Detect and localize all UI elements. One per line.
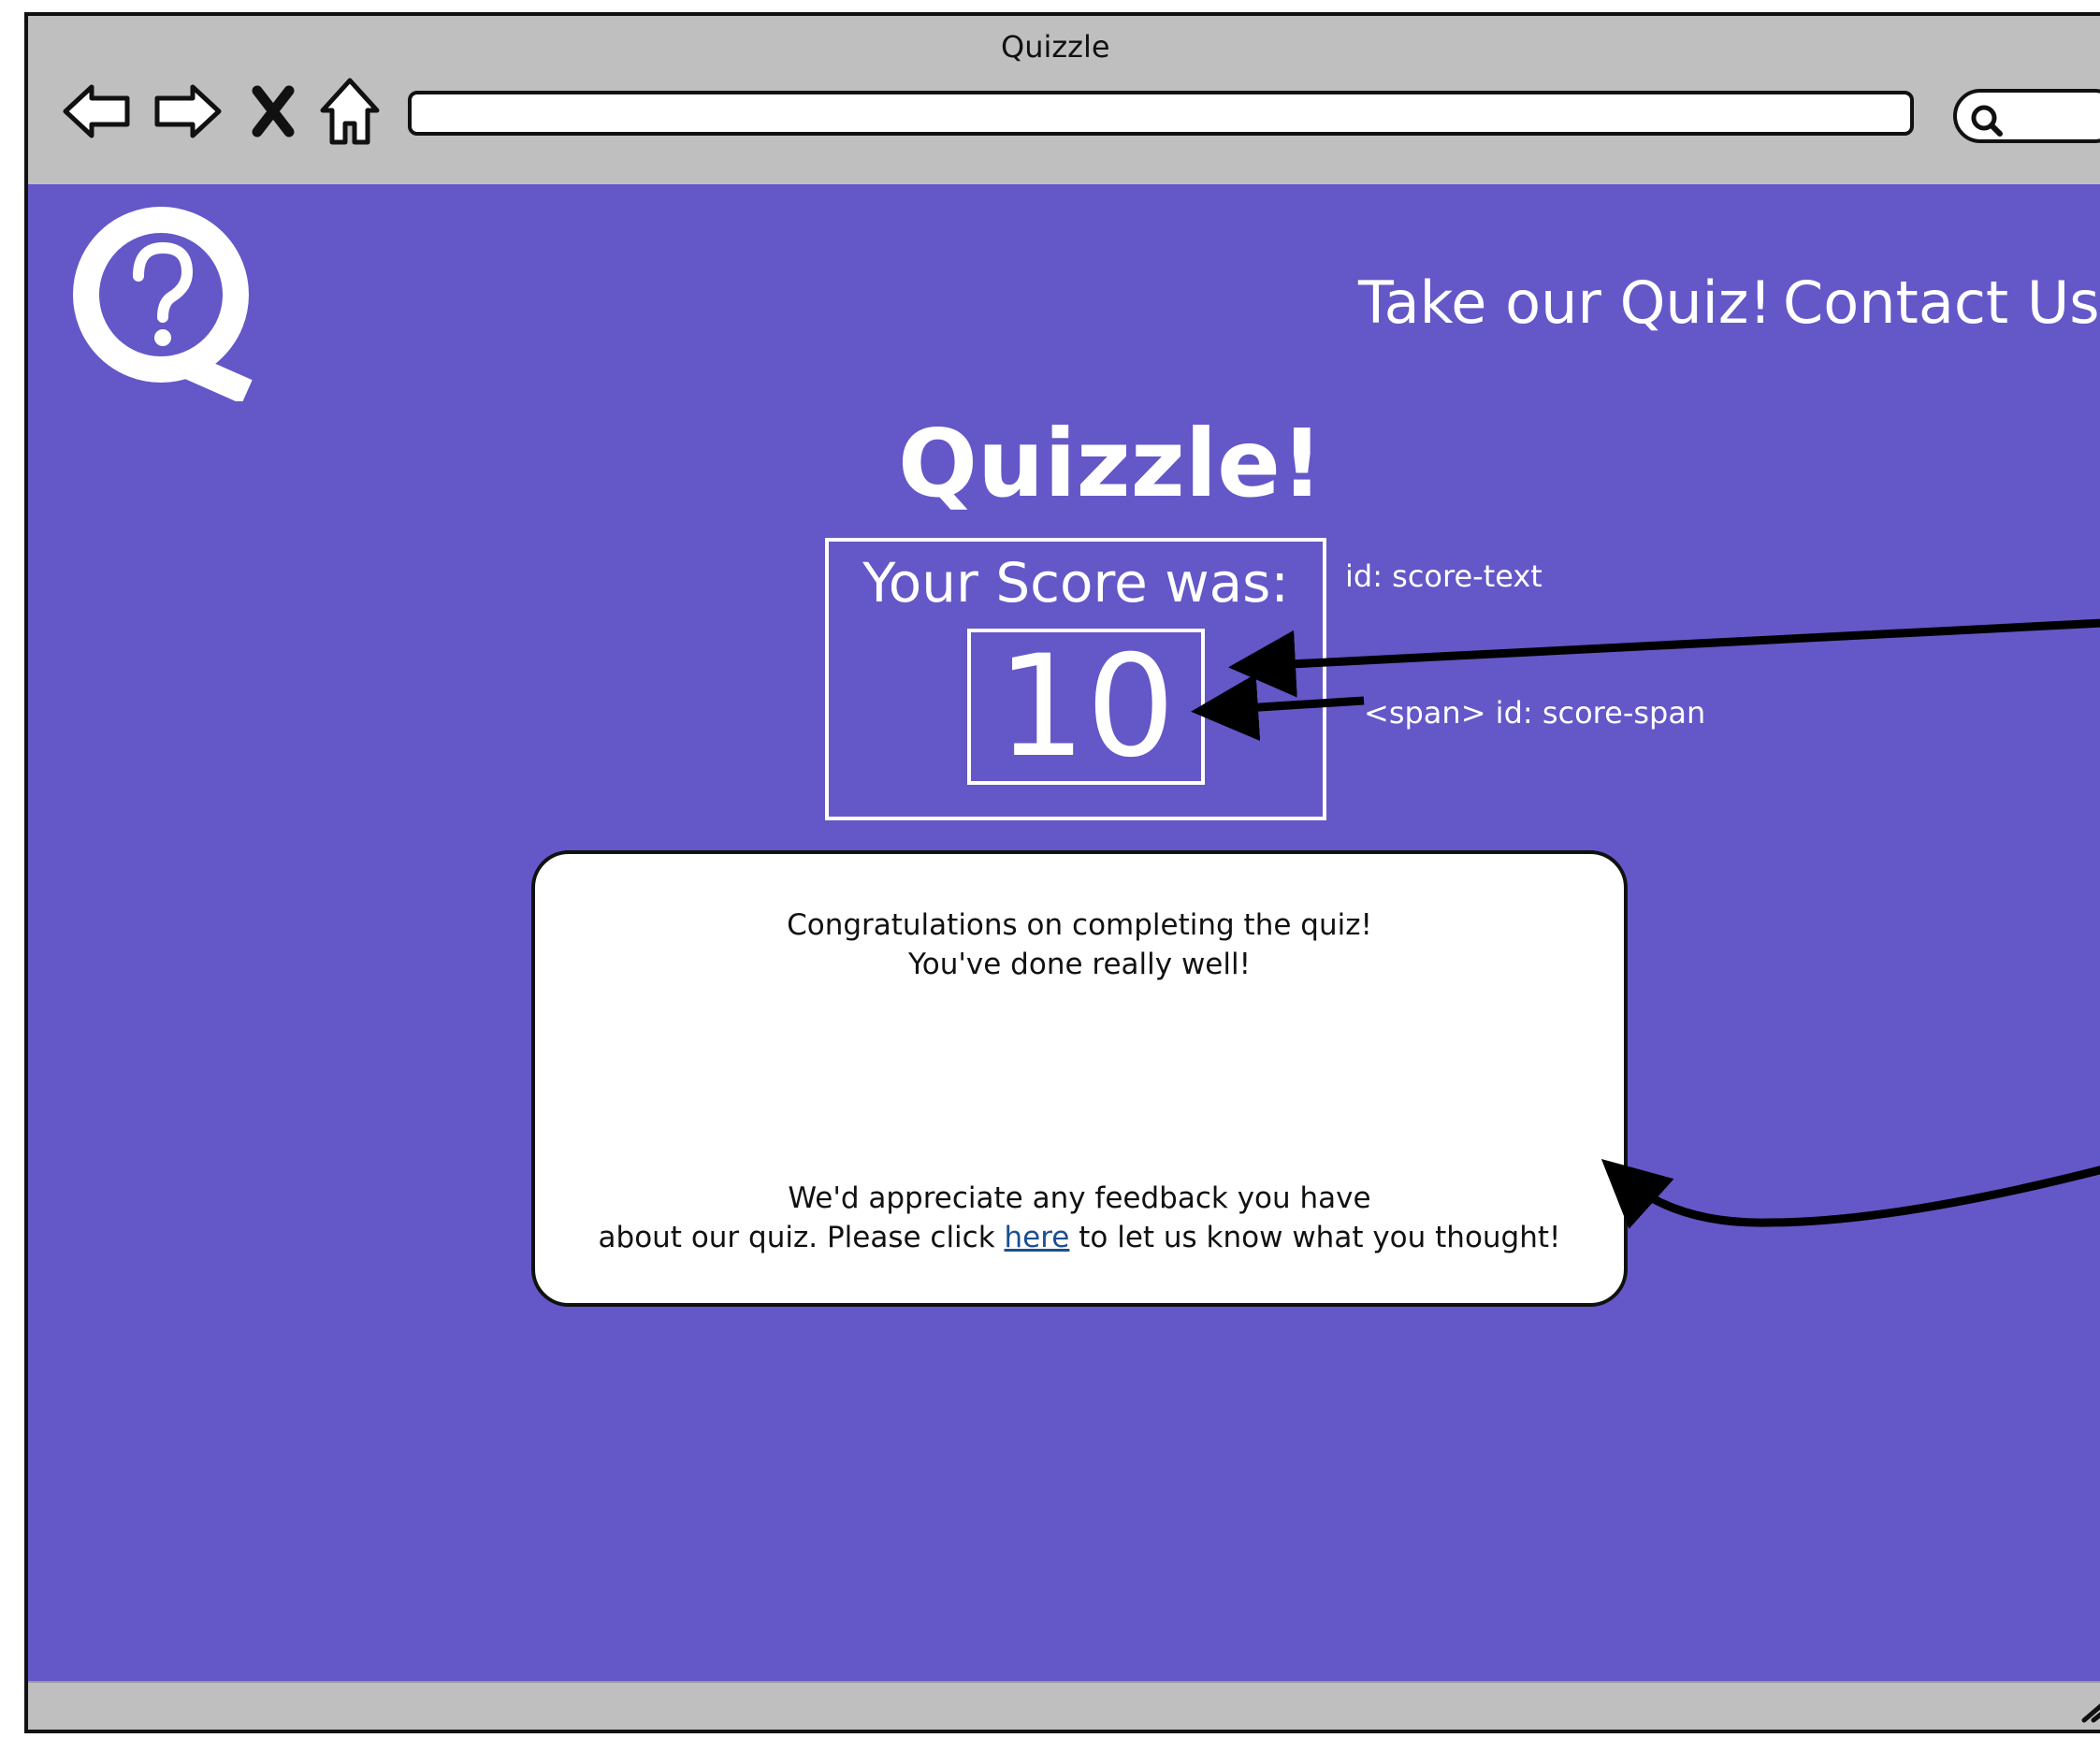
browser-window: Quizzle Take our Quiz! Contact Us Quizzl… [24, 12, 2100, 1733]
message-line-4-suffix: to let us know what you thought! [1069, 1221, 1561, 1254]
page-content: Take our Quiz! Contact Us Quizzle! Your … [28, 184, 2100, 1690]
close-icon[interactable] [236, 74, 311, 149]
annotation-score-span: <span> id: score-span [1364, 695, 1706, 731]
window-title: Quizzle [1001, 29, 1110, 65]
message-box: Congratulations on completing the quiz! … [531, 850, 1628, 1307]
search-icon [1971, 105, 2003, 137]
forward-arrow-icon[interactable] [150, 74, 224, 149]
feedback-link[interactable]: here [1005, 1221, 1070, 1254]
nav-take-quiz[interactable]: Take our Quiz! [1358, 268, 1772, 337]
message-line-4-prefix: about our quiz. Please click [598, 1221, 1005, 1254]
score-span: 10 [967, 629, 1205, 785]
title-bar: Quizzle [28, 16, 2100, 184]
back-arrow-icon[interactable] [60, 74, 135, 149]
home-icon[interactable] [312, 74, 387, 149]
annotation-score-text: id: score-text [1345, 558, 1542, 594]
arrow-to-message-box-line [1600, 1158, 2100, 1229]
score-box: Your Score was: 10 [825, 538, 1326, 820]
arrow-to-message-box [1566, 1129, 2100, 1222]
nav-contact-us[interactable]: Contact Us [1783, 268, 2100, 337]
quizzle-logo[interactable] [71, 205, 258, 405]
arrow-to-score-text [1228, 618, 2100, 698]
message-line-2: You've done really well! [907, 948, 1252, 981]
search-input[interactable] [1953, 89, 2100, 143]
message-line-4: about our quiz. Please click here to let… [535, 1221, 1624, 1254]
page-title: Quizzle! [898, 409, 1324, 518]
score-text: Your Score was: [862, 551, 1289, 615]
status-bar [28, 1681, 2100, 1730]
url-bar[interactable] [408, 91, 1914, 136]
message-line-3: We'd appreciate any feedback you have [788, 1181, 1371, 1215]
resize-handle-icon[interactable] [2078, 1692, 2100, 1724]
message-line-1: Congratulations on completing the quiz! [787, 908, 1372, 942]
